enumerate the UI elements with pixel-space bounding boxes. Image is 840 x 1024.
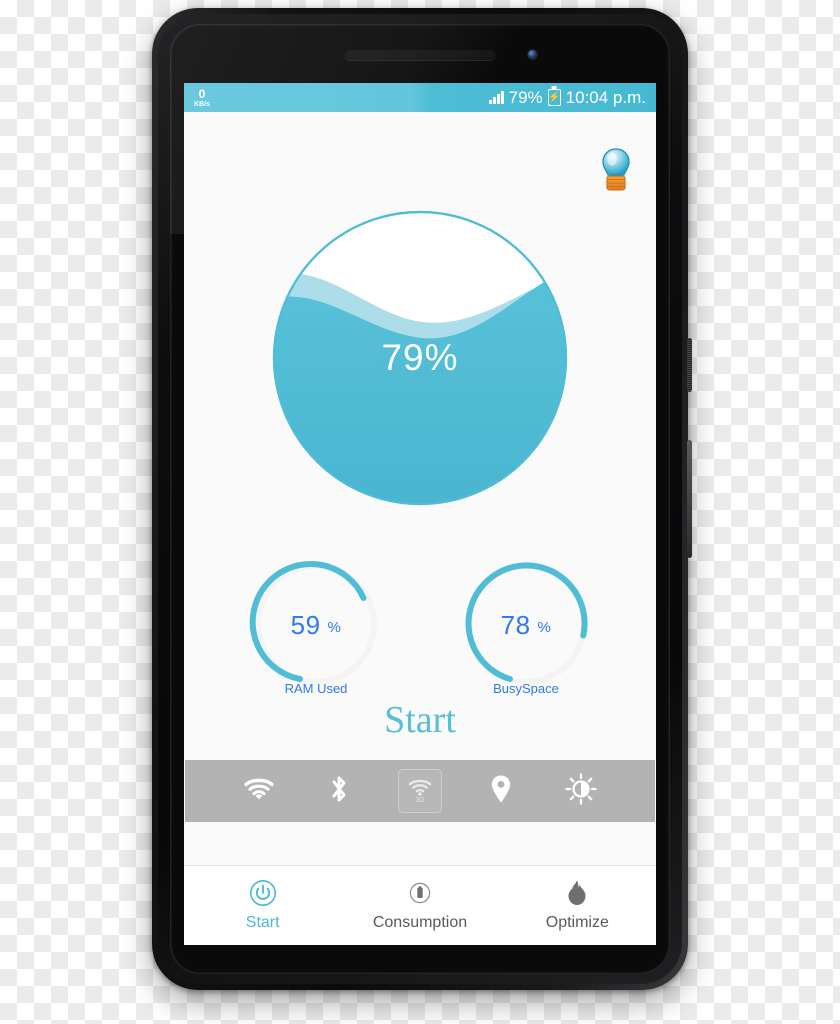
status-bar-right: 79% ⚡ 10:04 p.m. <box>489 88 646 108</box>
nav-consumption[interactable]: Consumption <box>341 879 498 932</box>
phone-screen: 0 KB/s 79% ⚡ 10:04 p.m. 79% 59 % RAM Use… <box>184 83 656 945</box>
wifi-toggle[interactable] <box>238 770 280 812</box>
battery-percent-value: 79% <box>381 337 459 378</box>
ram-value: 59 <box>290 610 321 640</box>
nav-optimize-label: Optimize <box>545 914 609 931</box>
battery-water-gauge: 79% <box>272 210 568 506</box>
brightness-icon <box>565 772 597 810</box>
location-toggle[interactable] <box>480 770 522 812</box>
power-button[interactable] <box>687 338 692 392</box>
ram-caption: RAM Used <box>284 681 348 696</box>
front-camera <box>528 50 537 59</box>
busyspace-caption: BusySpace <box>493 681 559 696</box>
network-speed-value: 0 <box>198 86 206 101</box>
screenshot-canvas: 0 KB/s 79% ⚡ 10:04 p.m. 79% 59 % RAM Use… <box>0 0 840 1024</box>
brightness-toggle[interactable] <box>560 770 602 812</box>
mobile-data-icon: 3G <box>408 779 432 804</box>
busyspace-value: 78 <box>500 610 531 640</box>
quick-toggle-toolbar: 3G <box>185 760 655 822</box>
ram-value-row: 59% <box>246 610 386 641</box>
network-speed-indicator: 0 KB/s <box>194 88 210 108</box>
bottom-navigation: Start Consumption Optimize <box>184 865 656 945</box>
mini-gauges-row: 59% RAM Used 78% BusySpace <box>184 554 656 696</box>
nav-optimize[interactable]: Optimize <box>499 879 656 932</box>
start-button[interactable]: Start <box>184 698 656 742</box>
bluetooth-toggle[interactable] <box>318 770 360 812</box>
lightbulb-icon[interactable] <box>598 147 634 195</box>
mobile-data-toggle[interactable]: 3G <box>398 769 442 813</box>
mobile-data-label: 3G <box>415 796 425 804</box>
busyspace-gauge[interactable]: 78% BusySpace <box>456 554 596 696</box>
status-bar: 0 KB/s 79% ⚡ 10:04 p.m. <box>184 83 656 112</box>
busyspace-value-row: 78% <box>456 610 596 641</box>
battery-percent-label: 79% <box>508 87 543 107</box>
ram-unit: % <box>327 619 342 636</box>
nav-start[interactable]: Start <box>184 879 341 932</box>
clock-label: 10:04 p.m. <box>565 87 646 107</box>
power-icon <box>249 879 277 907</box>
network-speed-unit: KB/s <box>194 100 210 108</box>
busyspace-unit: % <box>537 619 552 636</box>
battery-charging-icon: ⚡ <box>547 89 561 106</box>
flame-icon <box>563 879 591 907</box>
volume-rocker[interactable] <box>687 440 692 558</box>
battery-circle-icon <box>406 879 434 907</box>
signal-bars-icon <box>489 91 504 104</box>
app-content: 79% 59% RAM Used 78 % BusySpace Start 3G… <box>184 112 656 945</box>
wifi-icon <box>244 777 274 806</box>
location-pin-icon <box>490 774 512 809</box>
ram-used-gauge[interactable]: 59% RAM Used <box>246 554 386 696</box>
nav-start-label: Start <box>245 914 280 931</box>
nav-consumption-label: Consumption <box>372 914 468 931</box>
earpiece-speaker <box>344 48 496 60</box>
bluetooth-icon <box>328 774 350 809</box>
